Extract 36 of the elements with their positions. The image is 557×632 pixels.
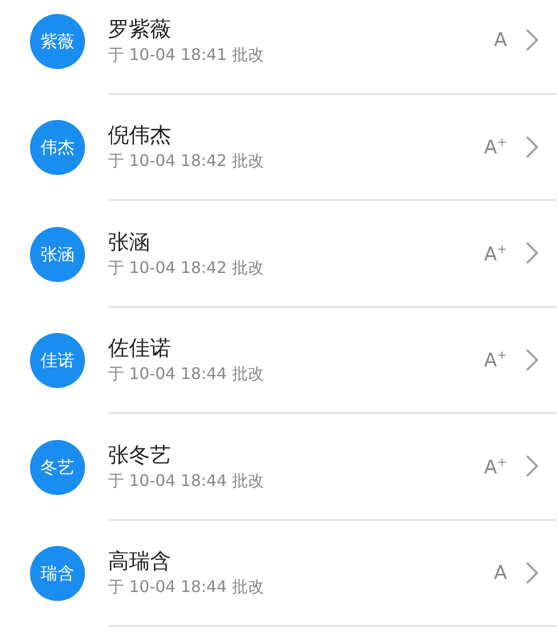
grade: A [494,29,507,52]
graded-time: 于 10-04 18:44 批改 [108,577,265,598]
graded-time: 于 10-04 18:44 批改 [108,364,265,386]
chevron-right-icon [525,134,539,159]
student-name: 佐佳诺 [108,335,172,362]
student-name: 倪伟杰 [108,122,172,150]
graded-time: 于 10-04 18:42 批改 [108,258,265,279]
student-row[interactable]: 伟杰 倪伟杰 于 10-04 18:42 批改 A$^{+}$ [0,94,557,201]
student-name: 张冬艺 [108,442,172,469]
avatar: 紫薇 [30,14,85,69]
avatar: 佳诺 [30,333,85,388]
student-name: 高瑞含 [108,548,172,576]
grade: A [494,562,507,584]
student-row[interactable]: 紫薇 罗紫薇 于 10-04 18:41 批改 A [0,0,557,94]
chevron-right-icon [525,28,539,52]
avatar: 冬艺 [30,440,85,495]
graded-time: 于 10-04 18:44 批改 [108,470,265,492]
student-row[interactable]: 冬艺 张冬艺 于 10-04 18:44 批改 A$^{+}$ [0,414,557,520]
chevron-right-icon [525,241,539,266]
graded-time: 于 10-04 18:42 批改 [108,151,265,172]
student-row[interactable]: 佳诺 佐佳诺 于 10-04 18:44 批改 A$^{+}$ [0,308,557,414]
student-name: 张涵 [108,228,151,256]
avatar: 瑞含 [30,546,85,602]
chevron-right-icon [525,454,539,478]
graded-time: 于 10-04 18:41 批改 [108,44,265,66]
student-name: 罗紫薇 [108,16,172,43]
grade: A$^{+}$ [484,348,507,372]
avatar: 伟杰 [30,120,85,176]
student-row[interactable]: 张涵 张涵 于 10-04 18:42 批改 A$^{+}$ [0,201,557,308]
grade: A$^{+}$ [484,135,507,158]
chevron-right-icon [525,348,539,372]
chevron-right-icon [525,560,539,585]
grade: A$^{+}$ [484,454,507,478]
avatar: 张涵 [30,226,85,282]
student-row[interactable]: 瑞含 高瑞含 于 10-04 18:44 批改 A [0,520,557,627]
grade: A$^{+}$ [484,242,507,265]
